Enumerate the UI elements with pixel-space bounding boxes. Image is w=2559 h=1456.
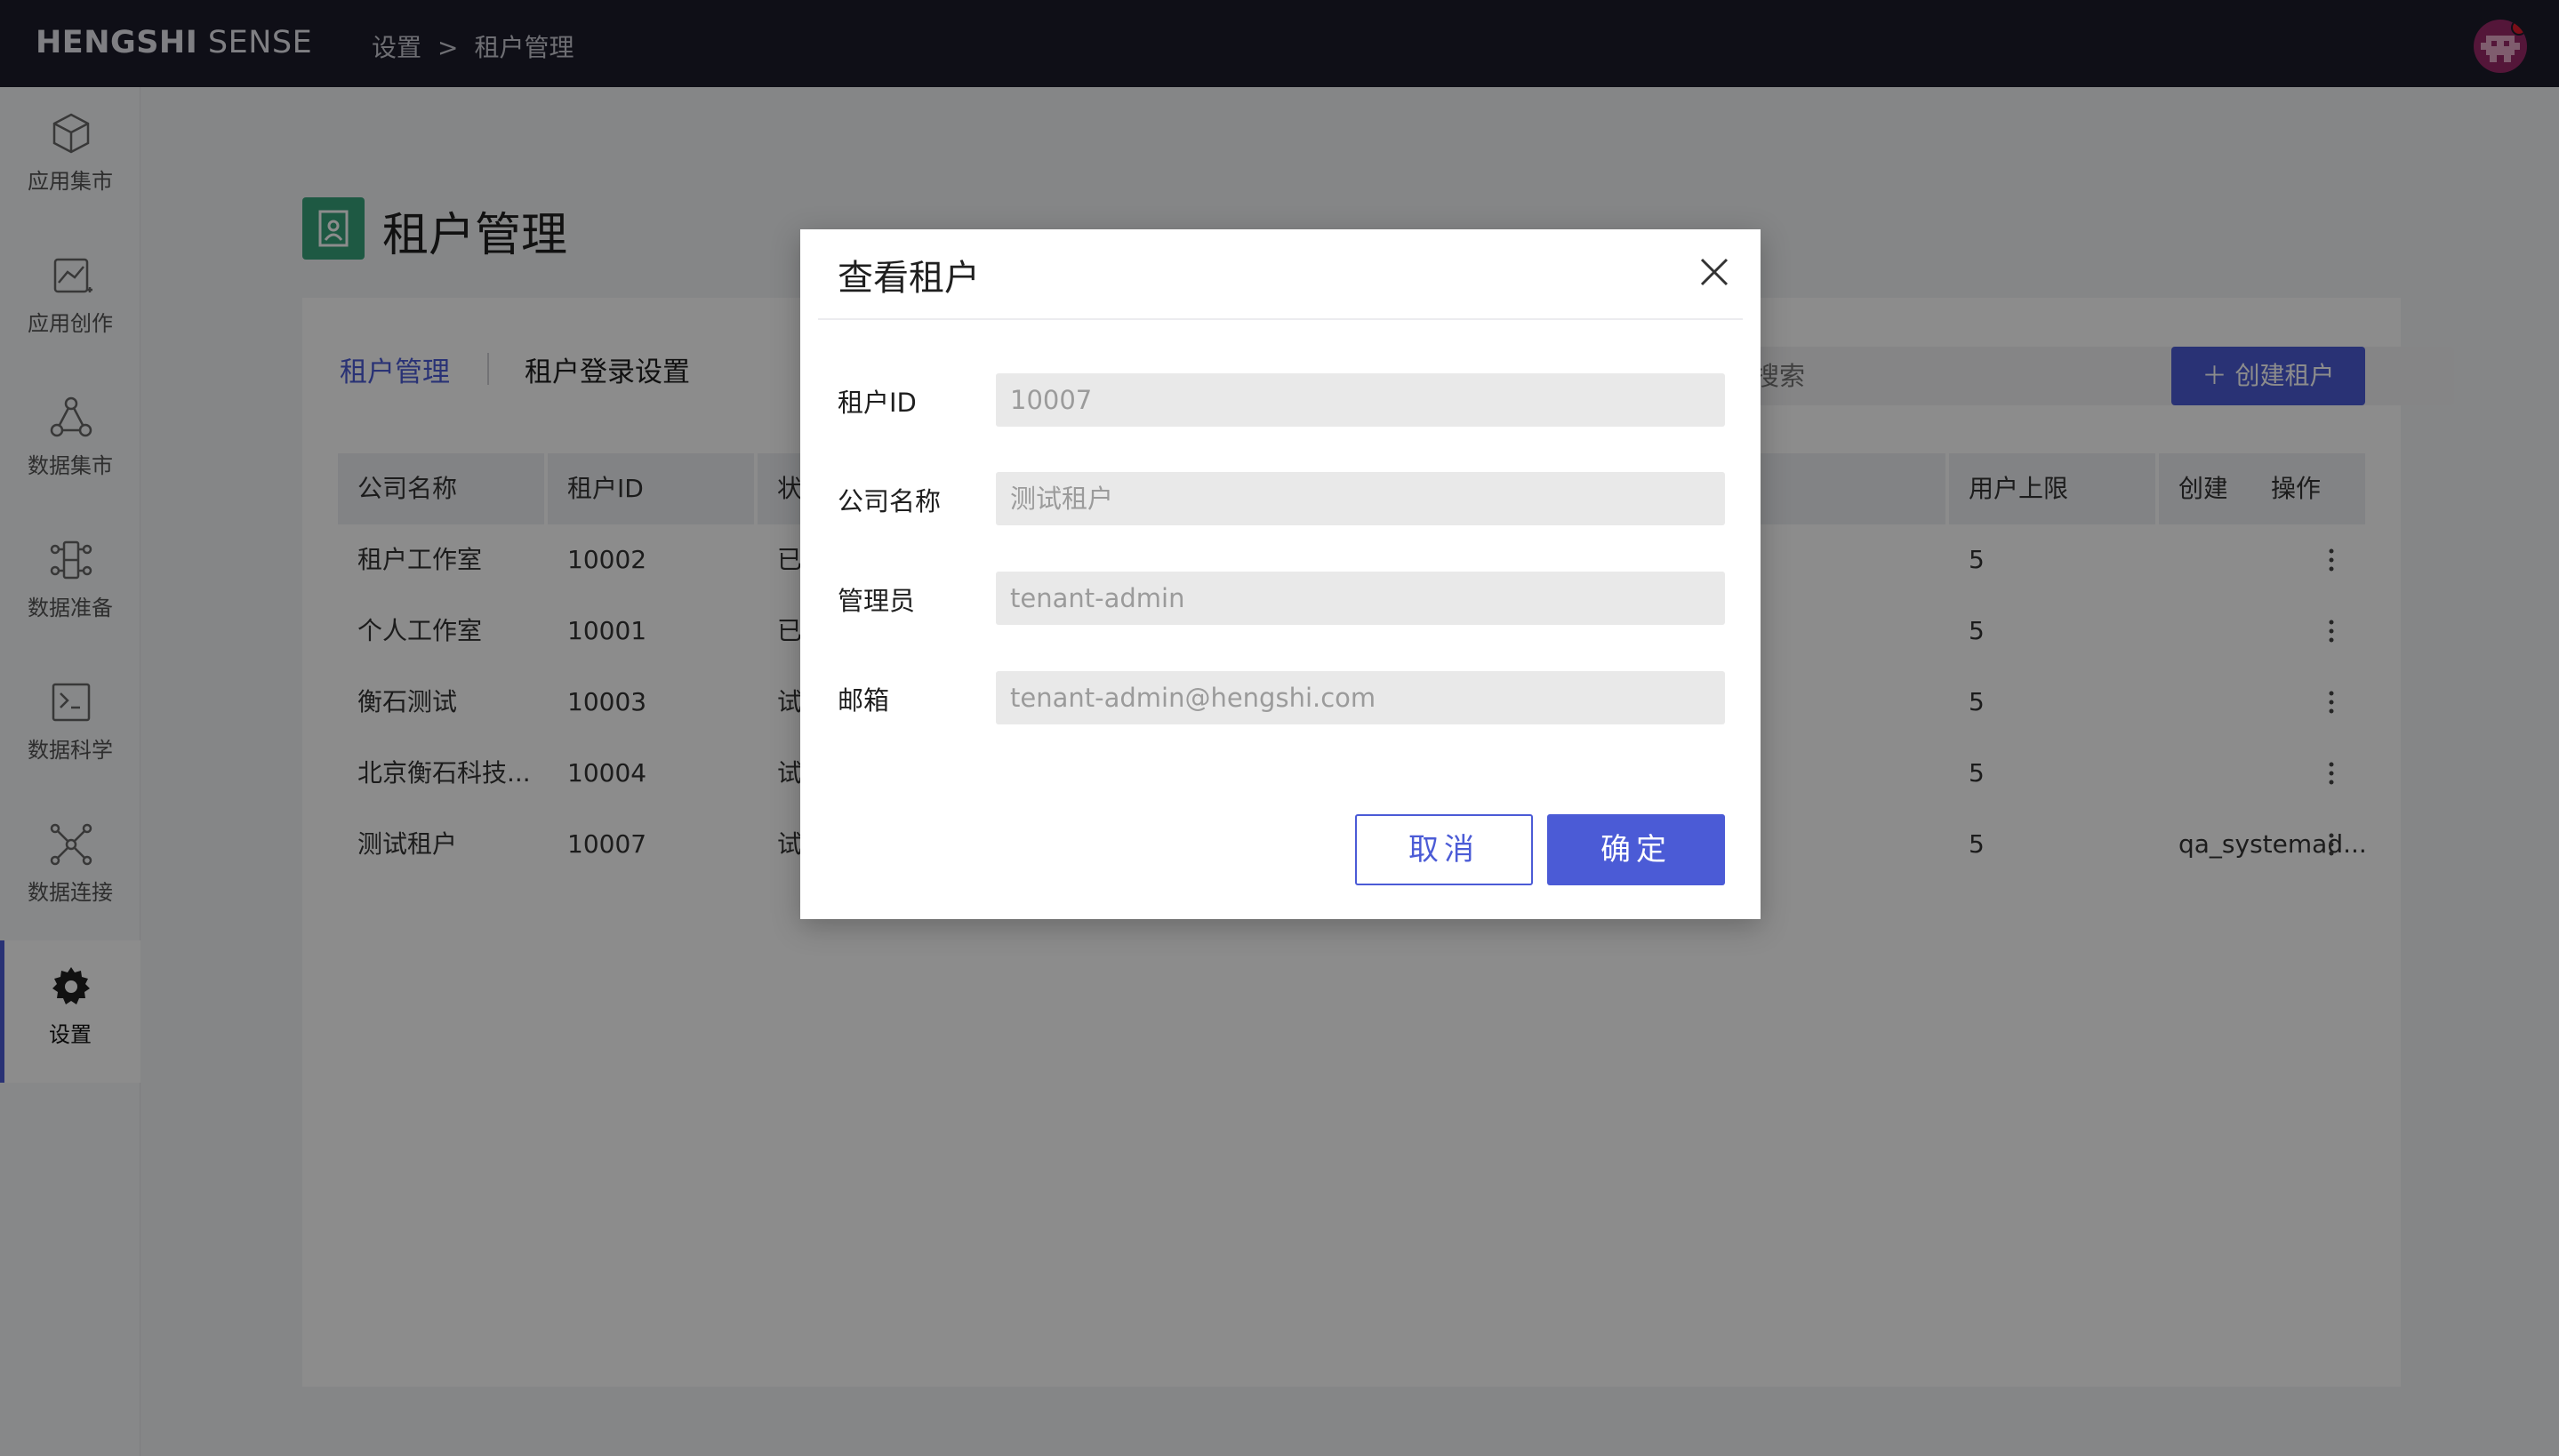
admin-field: tenant-admin (996, 572, 1725, 625)
field-label-admin: 管理员 (838, 586, 916, 616)
view-tenant-dialog: 查看租户 租户ID 10007 公司名称 测试租户 管理员 tenant-adm… (800, 229, 1761, 919)
close-icon[interactable] (1697, 254, 1732, 290)
field-label-company: 公司名称 (838, 486, 942, 516)
field-label-tenant-id: 租户ID (838, 388, 917, 418)
dialog-divider (818, 318, 1743, 320)
confirm-button[interactable]: 确定 (1547, 814, 1725, 885)
field-label-email: 邮箱 (838, 685, 890, 716)
company-name-field: 测试租户 (996, 472, 1725, 525)
dialog-title: 查看租户 (838, 258, 980, 299)
cancel-button[interactable]: 取消 (1355, 814, 1533, 885)
email-field: tenant-admin@hengshi.com (996, 671, 1725, 724)
tenant-id-field: 10007 (996, 373, 1725, 427)
